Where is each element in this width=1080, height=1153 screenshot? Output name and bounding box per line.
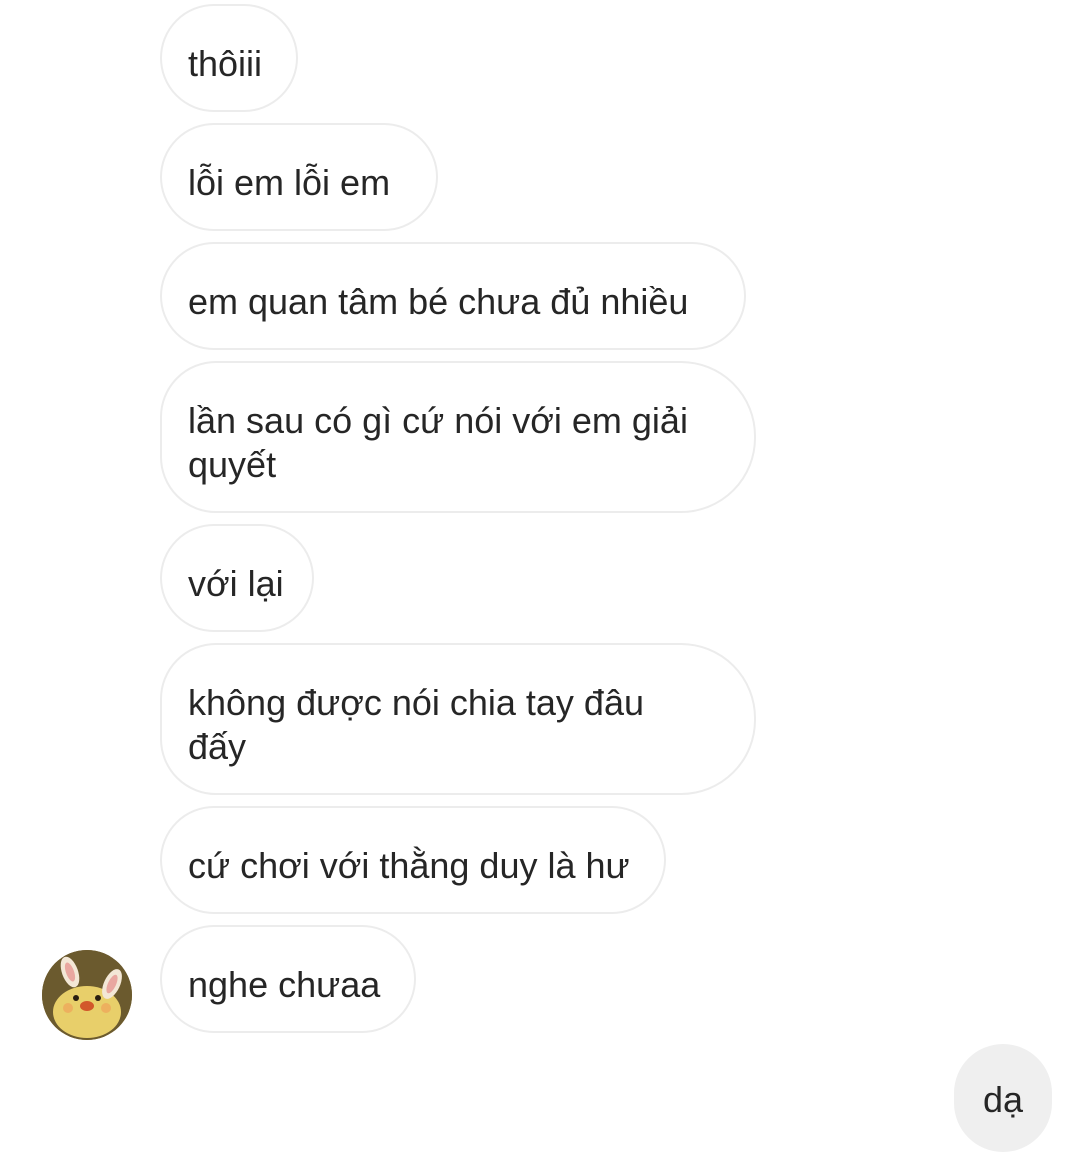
received-message-bubble[interactable]: thôiii xyxy=(160,4,298,112)
message-text: em quan tâm bé chưa đủ nhiều xyxy=(188,281,689,322)
message-text: với lại xyxy=(188,563,284,604)
message-text: lần sau có gì cứ nói với em giải quyết xyxy=(188,400,688,485)
received-message-bubble[interactable]: với lại xyxy=(160,524,314,632)
received-message-bubble[interactable]: cứ chơi với thằng duy là hư xyxy=(160,806,666,914)
contact-avatar-icon[interactable] xyxy=(42,950,132,1040)
message-text: lỗi em lỗi em xyxy=(188,162,391,203)
sent-message-bubble[interactable]: dạ xyxy=(954,1044,1052,1152)
message-text: không được nói chia tay đâu đấy xyxy=(188,682,644,767)
avatar-image xyxy=(42,950,132,1040)
received-message-bubble[interactable]: lần sau có gì cứ nói với em giải quyết xyxy=(160,361,756,513)
received-message-bubble[interactable]: lỗi em lỗi em xyxy=(160,123,438,231)
received-message-bubble[interactable]: không được nói chia tay đâu đấy xyxy=(160,643,756,795)
message-text: thôiii xyxy=(188,43,263,84)
message-text: dạ xyxy=(982,1079,1024,1120)
received-message-bubble[interactable]: em quan tâm bé chưa đủ nhiều xyxy=(160,242,746,350)
message-text: cứ chơi với thằng duy là hư xyxy=(188,845,630,886)
message-text: nghe chưaa xyxy=(188,964,381,1005)
received-message-bubble[interactable]: nghe chưaa xyxy=(160,925,416,1033)
